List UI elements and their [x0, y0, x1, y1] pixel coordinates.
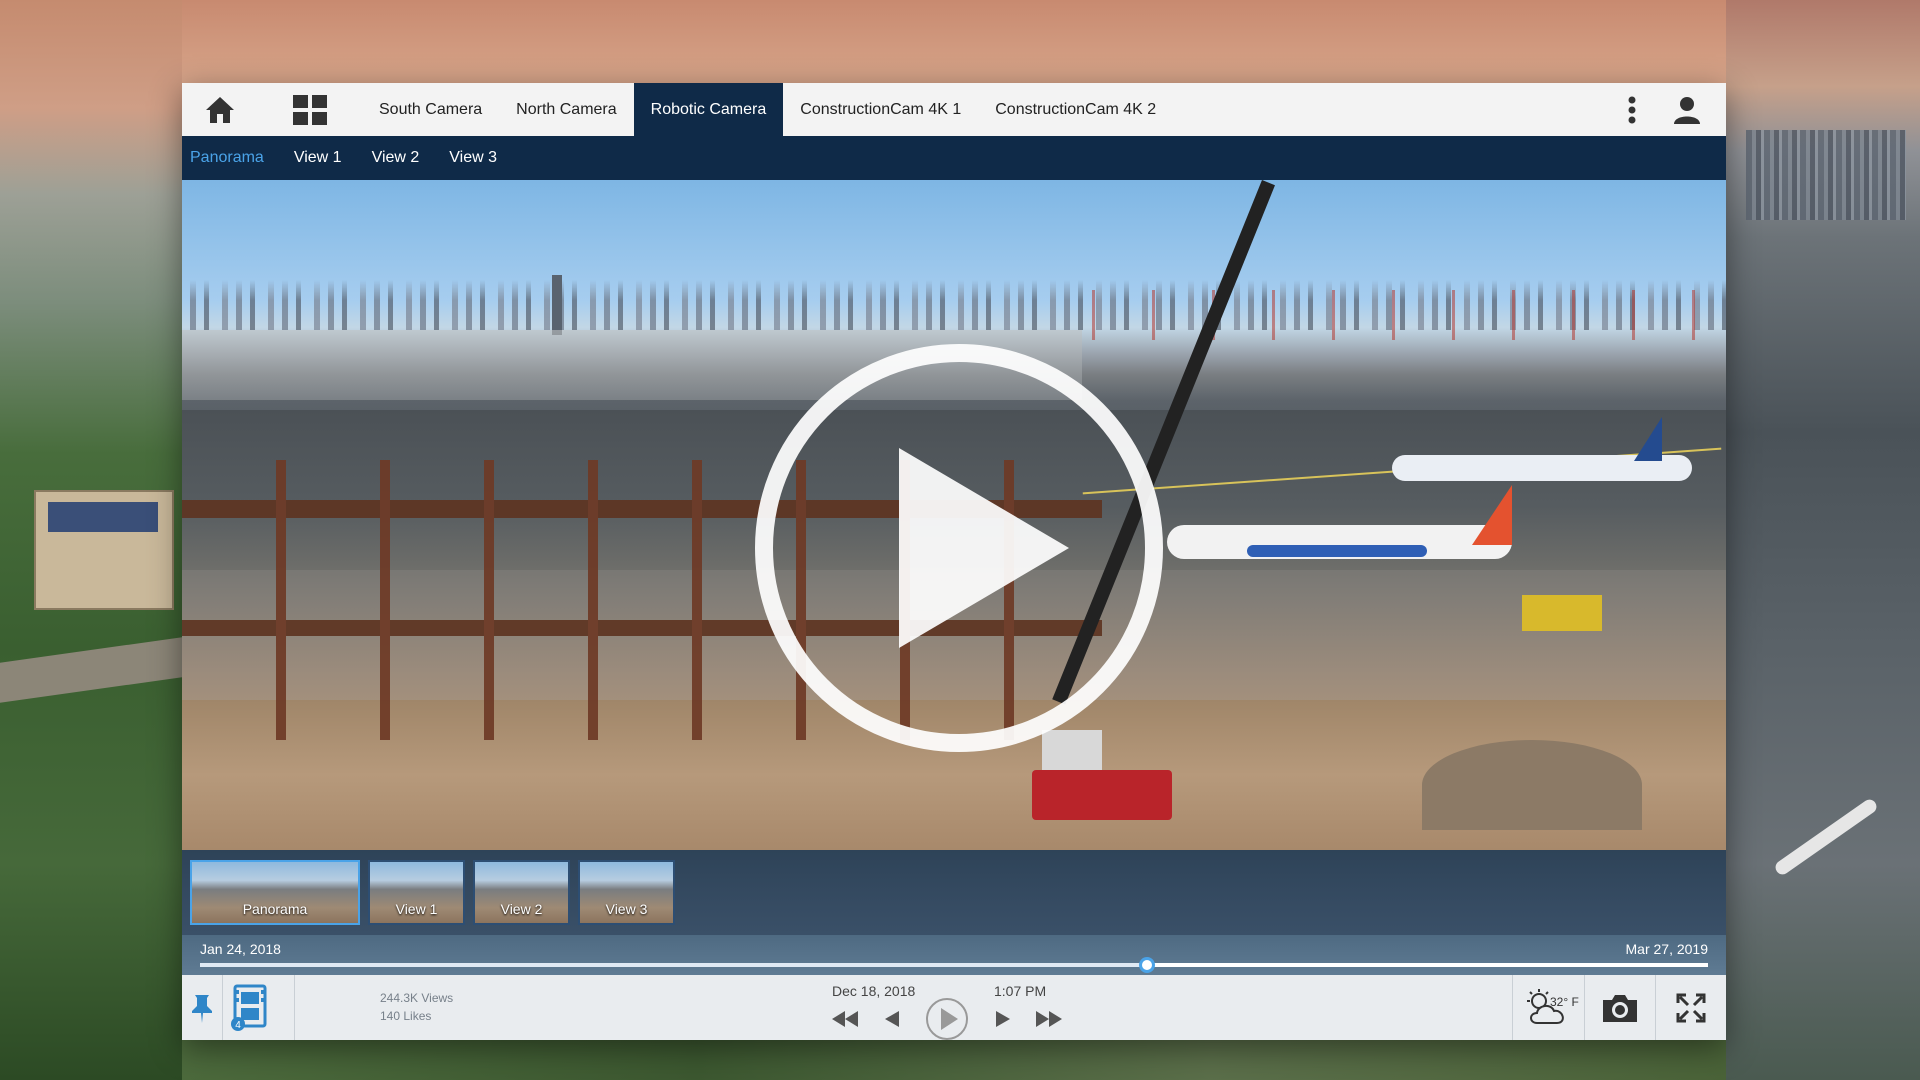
film-icon: 4 [231, 984, 267, 1031]
background-skyline [1746, 130, 1906, 220]
tab-south-camera[interactable]: South Camera [362, 83, 499, 136]
background-building [34, 490, 174, 610]
thumbnail-label: View 2 [500, 901, 543, 917]
tab-robotic-camera[interactable]: Robotic Camera [633, 83, 784, 136]
grid-icon [293, 94, 327, 125]
thumbnail-strip: Panorama View 1 View 2 View 3 [182, 850, 1726, 935]
background-left [0, 0, 182, 1080]
film-badge-count: 4 [235, 1020, 241, 1031]
fast-forward-icon [1036, 1011, 1062, 1027]
timeline-slider-track[interactable] [200, 957, 1708, 973]
current-date: Dec 18, 2018 [832, 983, 916, 999]
top-navigation-bar: South Camera North Camera Robotic Camera… [182, 83, 1726, 136]
stats: 244.3K Views 140 Likes [380, 989, 453, 1025]
tab-view-3[interactable]: View 3 [449, 149, 497, 167]
scene-service-truck [1522, 595, 1602, 631]
user-icon [1674, 96, 1700, 124]
temperature: 32° F [1550, 995, 1579, 1009]
play-button[interactable] [925, 997, 969, 1040]
user-account-button[interactable] [1662, 83, 1712, 136]
tab-panorama[interactable]: Panorama [190, 149, 264, 167]
playback-controls-bar: 4 244.3K Views 140 Likes Dec 18, 2018 1:… [182, 975, 1726, 1040]
grid-view-button[interactable] [280, 83, 340, 136]
tab-view-1[interactable]: View 1 [294, 149, 342, 167]
weather-widget[interactable]: 32° F [1520, 985, 1586, 1030]
thumbnail-label: Panorama [242, 901, 308, 917]
scene-port-cranes [1062, 290, 1722, 340]
pin-button[interactable] [182, 975, 222, 1040]
fullscreen-icon [1676, 993, 1706, 1022]
step-back-button[interactable] [884, 1011, 899, 1027]
thumbnail-view-1[interactable]: View 1 [368, 860, 465, 925]
divider [1512, 975, 1513, 1040]
play-video-button[interactable] [749, 338, 1169, 758]
more-vertical-icon [1628, 96, 1636, 123]
likes-count: 140 Likes [380, 1009, 432, 1023]
divider [294, 975, 295, 1040]
camera-icon [1603, 994, 1637, 1022]
play-icon [755, 344, 1163, 752]
scene-airplane-jet2 [1167, 485, 1512, 559]
thumbnail-panorama[interactable]: Panorama [190, 860, 360, 925]
home-button[interactable] [190, 83, 250, 136]
tab-view-2[interactable]: View 2 [372, 149, 420, 167]
timeline-slider-fill [200, 963, 1148, 967]
thumbnail-label: View 3 [605, 901, 648, 917]
step-back-icon [884, 1011, 899, 1027]
home-icon [206, 96, 234, 123]
fast-forward-button[interactable] [1036, 1011, 1062, 1027]
step-forward-button[interactable] [995, 1011, 1010, 1027]
tab-constructioncam-4k-2[interactable]: ConstructionCam 4K 2 [978, 83, 1173, 136]
tab-north-camera[interactable]: North Camera [499, 83, 633, 136]
rewind-icon [832, 1011, 858, 1027]
background-bottom [182, 1040, 1726, 1080]
timeline-start-date: Jan 24, 2018 [200, 941, 281, 957]
snapshot-button[interactable] [1585, 975, 1655, 1040]
tab-constructioncam-4k-1[interactable]: ConstructionCam 4K 1 [783, 83, 978, 136]
thumbnail-label: View 1 [395, 901, 438, 917]
scene-tower [552, 275, 562, 335]
timeline-end-date: Mar 27, 2019 [1625, 941, 1709, 957]
timeline: Jan 24, 2018 Mar 27, 2019 [182, 935, 1726, 975]
camera-tabs: South Camera North Camera Robotic Camera… [362, 83, 1173, 136]
play-circle-icon [926, 998, 968, 1040]
fullscreen-button[interactable] [1656, 975, 1726, 1040]
camera-image-viewport[interactable] [182, 180, 1726, 850]
timeline-slider-handle[interactable] [1139, 957, 1156, 973]
scene-crane-truck [1032, 730, 1172, 820]
current-time: 1:07 PM [994, 983, 1047, 999]
step-forward-icon [995, 1011, 1010, 1027]
more-options-button[interactable] [1612, 83, 1652, 136]
background-airplane [1772, 796, 1880, 878]
timelapse-film-button[interactable]: 4 [223, 975, 279, 1040]
camera-viewer-window: South Camera North Camera Robotic Camera… [182, 83, 1726, 1040]
background-bridge [0, 637, 182, 703]
transport-controls [832, 998, 1062, 1040]
thumbnail-view-2[interactable]: View 2 [473, 860, 570, 925]
background-right [1726, 0, 1920, 1080]
views-count: 244.3K Views [380, 991, 454, 1005]
scene-dirt-pile [1422, 740, 1642, 830]
scene-airplane-jetblue [1392, 417, 1692, 481]
view-tabs-bar: Panorama View 1 View 2 View 3 [182, 136, 1726, 180]
rewind-button[interactable] [832, 1011, 858, 1027]
pin-icon [192, 994, 212, 1023]
thumbnail-view-3[interactable]: View 3 [578, 860, 675, 925]
